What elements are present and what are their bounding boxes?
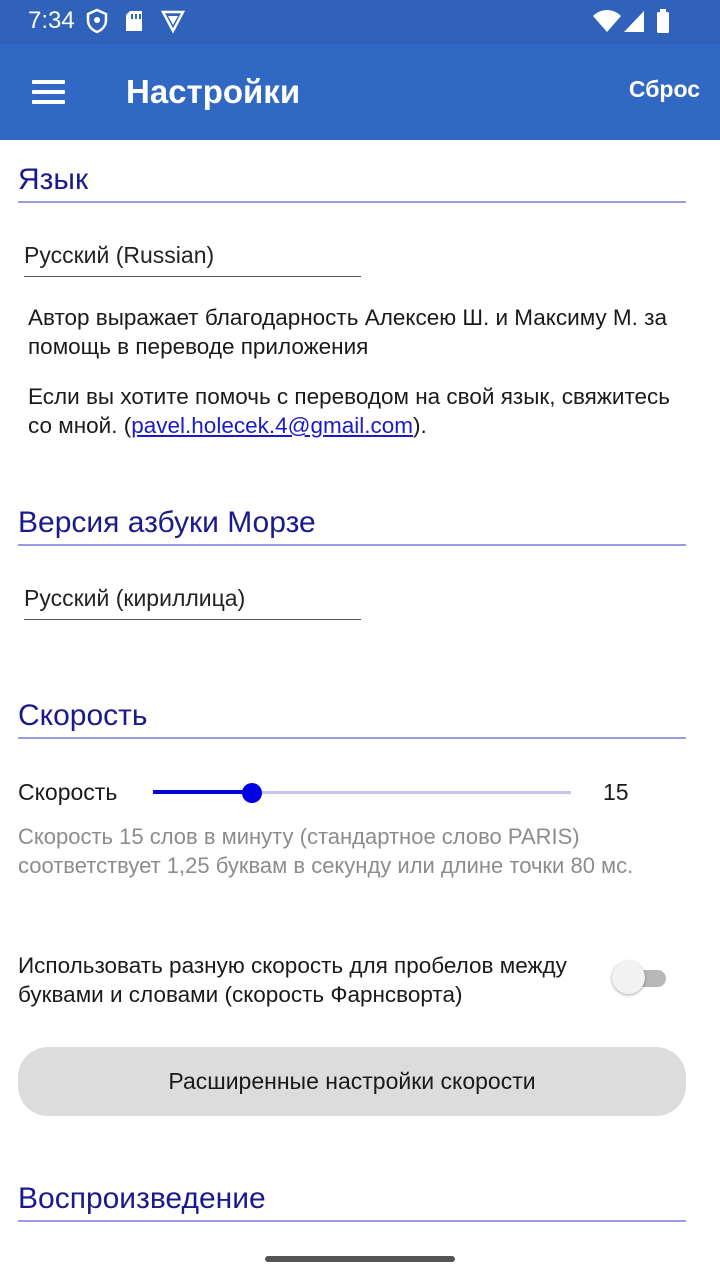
sd-card-icon (126, 11, 142, 31)
author-email-link[interactable]: pavel.holecek.4@gmail.com (131, 413, 413, 438)
speed-slider-thumb[interactable] (242, 783, 263, 803)
advanced-speed-settings-button[interactable]: Расширенные настройки скорости (18, 1047, 686, 1116)
farnsworth-label: Использовать разную скорость для пробело… (18, 953, 567, 1007)
status-time: 7:34 (28, 7, 75, 34)
translation-help-text: Если вы хотите помочь с переводом на сво… (28, 382, 688, 440)
section-header-morse-version: Версия азбуки Морзе (18, 504, 686, 546)
speed-label: Скорость (18, 779, 118, 805)
shield-icon (86, 8, 108, 34)
speed-slider[interactable] (153, 779, 571, 807)
status-bar: 7:34 (0, 0, 720, 44)
page-title: Настройки (126, 73, 301, 110)
speed-value: 15 (603, 779, 629, 805)
morse-version-dropdown[interactable]: Русский (кириллица) (24, 583, 361, 620)
farnsworth-toggle[interactable] (612, 961, 668, 995)
vpn-icon (160, 10, 186, 34)
app-bar: Настройки Сброс (0, 44, 720, 140)
help-text-suffix: ). (412, 413, 427, 438)
speed-slider-fill (153, 790, 253, 794)
speed-description: Скорость 15 слов в минуту (стандартное с… (18, 824, 634, 878)
section-header-speed: Скорость (18, 697, 686, 739)
section-header-language: Язык (18, 161, 686, 203)
wifi-icon (593, 10, 621, 32)
language-dropdown[interactable]: Русский (Russian) (24, 240, 361, 277)
hamburger-menu-icon[interactable] (20, 66, 76, 118)
farnsworth-toggle-thumb (612, 961, 645, 994)
home-indicator (265, 1256, 455, 1262)
translation-thanks-text: Автор выражает благодарность Алексею Ш. … (28, 305, 668, 359)
battery-icon (657, 9, 669, 33)
reset-button[interactable]: Сброс (629, 76, 700, 103)
section-header-playback: Воспроизведение (18, 1180, 686, 1222)
signal-icon (624, 11, 644, 32)
